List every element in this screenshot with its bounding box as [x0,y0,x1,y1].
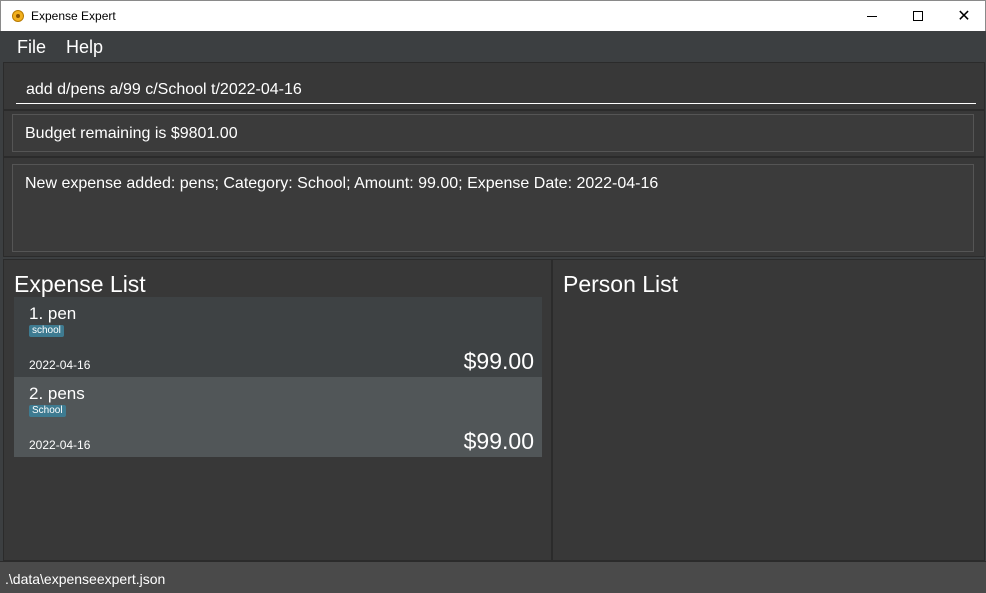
file-path-status: .\data\expenseexpert.json [5,571,166,587]
menu-file[interactable]: File [17,37,46,58]
close-button[interactable]: ✕ [941,1,986,31]
result-section: New expense added: pens; Category: Schoo… [3,157,985,257]
expense-list-title: Expense List [14,271,146,297]
app-icon [12,10,24,22]
minimize-icon [867,15,877,17]
expense-card[interactable]: 1. pen school 2022-04-16 $99.00 [14,297,542,377]
close-icon: ✕ [957,8,971,25]
expense-card[interactable]: 2. pens School 2022-04-16 $99.00 [14,377,542,457]
menu-help[interactable]: Help [66,37,103,58]
person-list-panel: Person List [552,259,985,561]
status-bar: .\data\expenseexpert.json [0,561,986,593]
category-tag: School [29,405,66,417]
command-box-section [3,62,985,110]
maximize-icon [913,11,923,21]
expense-date: 2022-04-16 [29,438,91,452]
title-bar: Expense Expert ✕ [0,0,986,31]
budget-display: Budget remaining is $9801.00 [12,114,974,152]
expense-name: 2. pens [29,384,85,403]
menu-bar: File Help [0,31,986,62]
result-display[interactable]: New expense added: pens; Category: Schoo… [12,164,974,252]
budget-section: Budget remaining is $9801.00 [3,110,985,157]
window-title: Expense Expert [31,9,116,23]
maximize-button[interactable] [895,1,941,31]
budget-text: Budget remaining is $9801.00 [25,125,238,142]
result-text: New expense added: pens; Category: Schoo… [25,175,659,192]
expense-amount: $99.00 [463,428,534,454]
person-list-title: Person List [563,271,679,297]
expense-list-panel: Expense List 1. pen school 2022-04-16 $9… [3,259,552,561]
expense-amount: $99.00 [463,348,534,374]
minimize-button[interactable] [849,1,895,31]
category-tag: school [29,325,64,337]
expense-name: 1. pen [29,304,77,323]
expense-date: 2022-04-16 [29,358,91,372]
command-input[interactable] [16,73,976,104]
